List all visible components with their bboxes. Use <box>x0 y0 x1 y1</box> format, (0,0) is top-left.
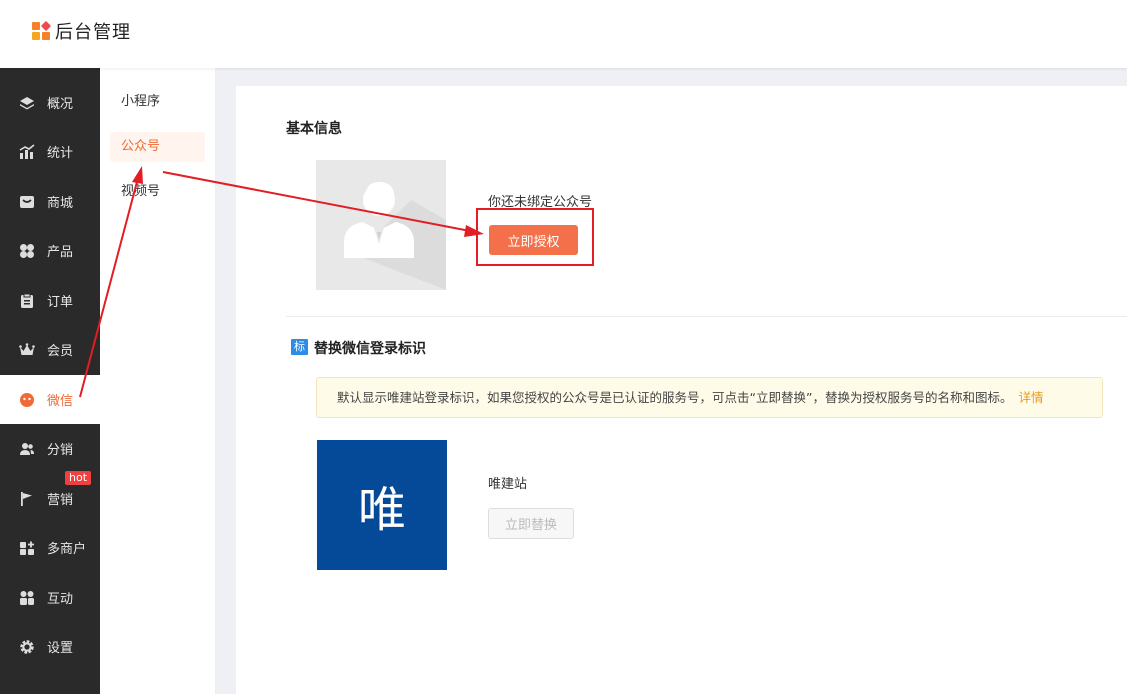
store-plus-icon <box>19 540 35 556</box>
sidebar-item-label: 分销 <box>47 443 74 458</box>
sidebar-item-label: 产品 <box>47 245 74 260</box>
sidebar-item-overview[interactable]: 概况 <box>0 78 100 127</box>
top-bar: 后台管理 <box>0 0 1127 68</box>
layers-icon <box>19 95 35 111</box>
chart-icon <box>19 143 35 160</box>
sidebar-item-settings[interactable]: 设置 <box>0 622 100 671</box>
brand-logo-char: 唯 <box>357 482 406 538</box>
sidebar-item-label: 统计 <box>47 146 74 161</box>
sidebar-item-mall[interactable]: 商城 <box>0 177 100 226</box>
hot-badge: hot <box>65 471 92 485</box>
sidebar-item-products[interactable]: 产品 <box>0 226 100 275</box>
sidebar-item-label: 订单 <box>47 295 74 310</box>
section-divider <box>286 316 1127 317</box>
subnav-item-channels[interactable]: 视频号 <box>110 177 205 207</box>
mall-icon <box>19 194 35 210</box>
sidebar-item-label: 互动 <box>47 592 74 607</box>
replace-login-mark-title: 替换微信登录标识 <box>314 341 426 357</box>
sidebar-item-members[interactable]: 会员 <box>0 325 100 374</box>
wechat-icon <box>19 392 35 408</box>
sidebar-item-label: 商城 <box>47 196 74 211</box>
gear-icon <box>19 639 35 655</box>
sidebar-item-label: 多商户 <box>47 542 87 557</box>
sidebar-item-distribution[interactable]: 分销 <box>0 424 100 473</box>
subnav-item-official-account[interactable]: 公众号 <box>110 132 205 162</box>
account-avatar-placeholder <box>316 160 446 290</box>
users-icon <box>19 441 35 457</box>
clipboard-icon <box>19 293 35 309</box>
sidebar-item-multi-merchant[interactable]: 多商户 <box>0 523 100 572</box>
logo[interactable]: 后台管理 <box>32 18 131 44</box>
notice-banner: 默认显示唯建站登录标识，如果您授权的公众号是已认证的服务号，可点击“立即替换”，… <box>316 377 1103 418</box>
user-silhouette-icon <box>344 182 446 290</box>
annotation-highlight-box <box>476 208 594 266</box>
notice-details-link[interactable]: 详情 <box>1018 390 1043 405</box>
basic-info-title: 基本信息 <box>286 121 342 137</box>
tag-icon: 标 <box>291 339 308 355</box>
crown-icon <box>19 342 35 358</box>
app-title: 后台管理 <box>55 22 131 43</box>
sidebar-item-label: 会员 <box>47 344 74 359</box>
sidebar-item-label: 设置 <box>47 641 74 656</box>
logo-icon <box>32 20 52 41</box>
brand-logo: 唯 <box>317 440 447 570</box>
sidebar-item-label: 营销 <box>47 493 74 508</box>
subnav-item-mini-program[interactable]: 小程序 <box>110 87 205 117</box>
sidebar-item-label: 概况 <box>47 97 74 112</box>
flag-icon <box>19 491 35 507</box>
brand-name: 唯建站 <box>488 477 528 492</box>
grid-icon <box>19 243 35 259</box>
sidebar-item-interaction[interactable]: 互动 <box>0 573 100 622</box>
notice-text: 默认显示唯建站登录标识，如果您授权的公众号是已认证的服务号，可点击“立即替换”，… <box>337 390 1013 405</box>
sidebar-item-stats[interactable]: 统计 <box>0 127 100 176</box>
sidebar-item-orders[interactable]: 订单 <box>0 276 100 325</box>
sidebar-item-label: 微信 <box>47 394 74 409</box>
replace-button[interactable]: 立即替换 <box>488 508 574 539</box>
interact-icon <box>19 590 35 606</box>
sidebar-item-wechat[interactable]: 微信 <box>0 375 100 424</box>
